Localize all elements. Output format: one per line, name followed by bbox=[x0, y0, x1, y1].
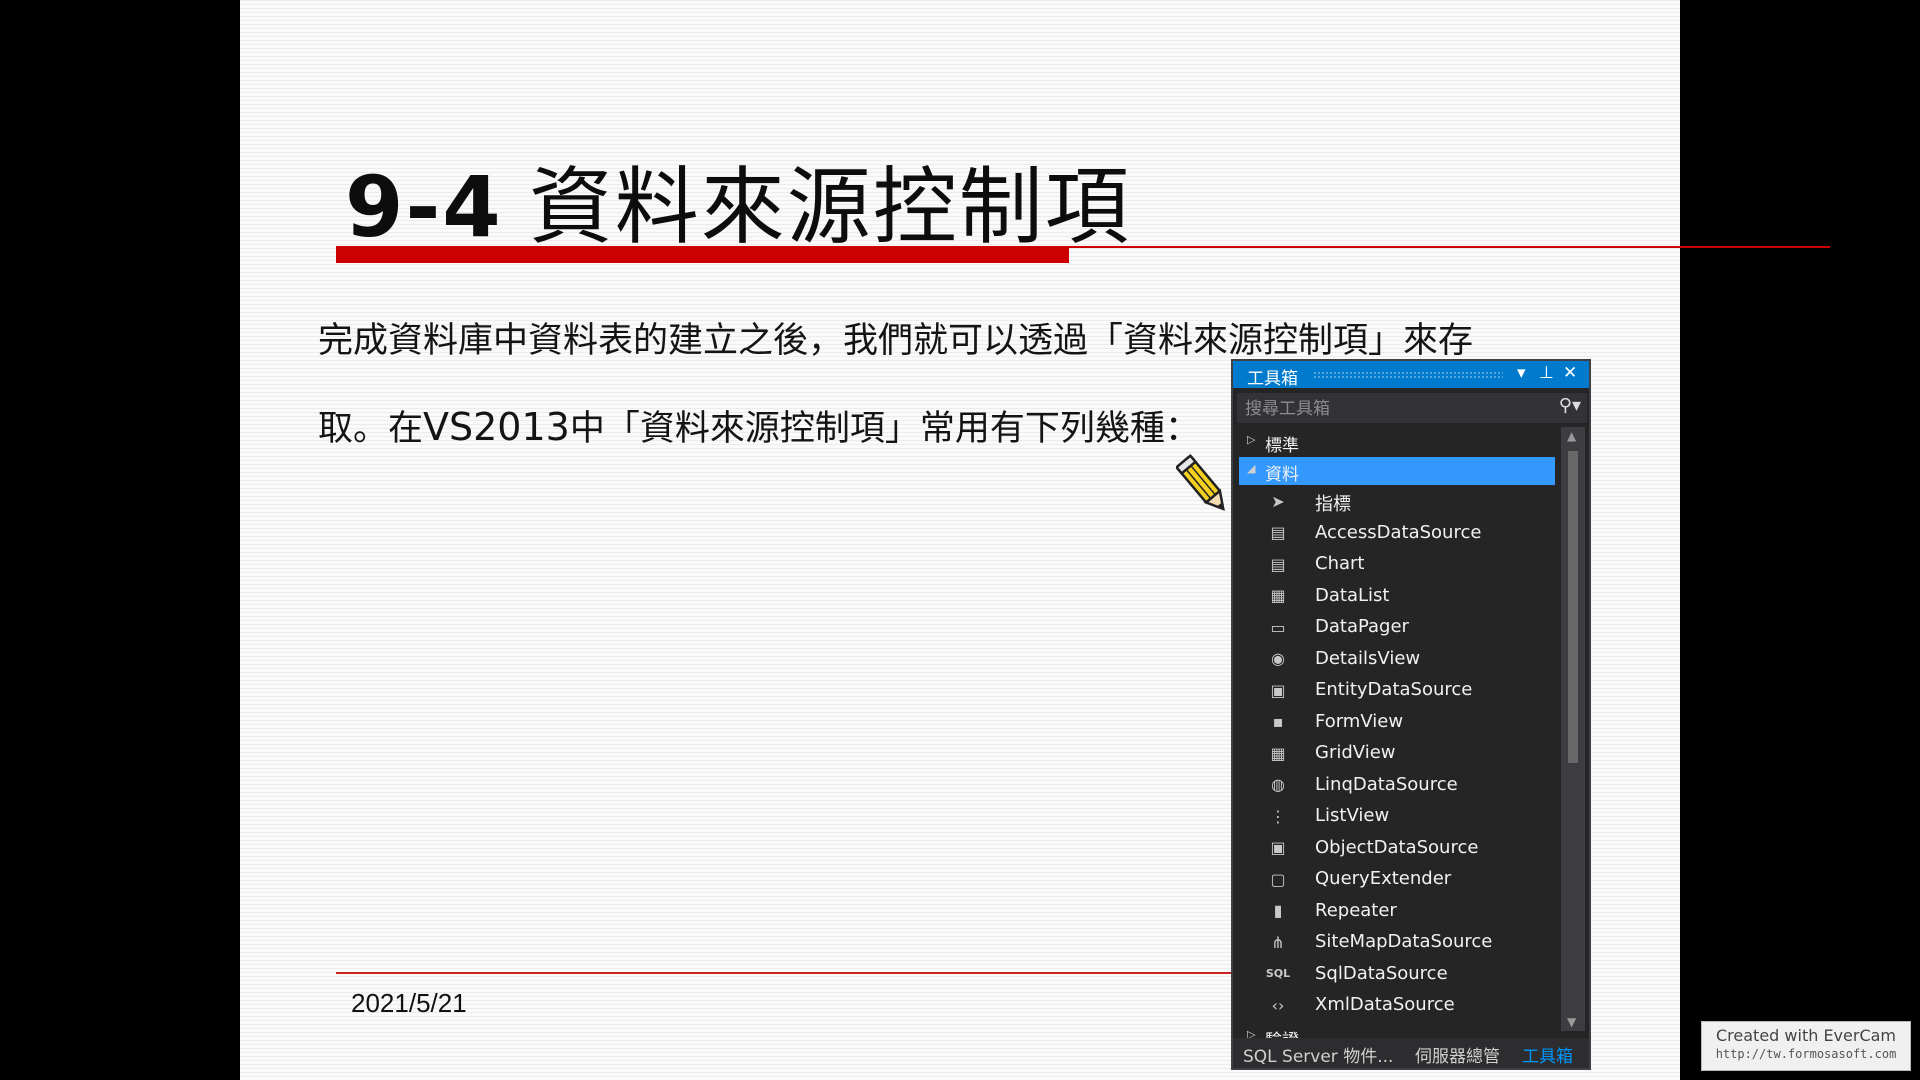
toolbox-item-entitydatasource[interactable]: ▣ EntityDataSource bbox=[1233, 674, 1553, 706]
body-line-2-part-b: VS2013 bbox=[423, 405, 570, 449]
item-label: EntityDataSource bbox=[1315, 679, 1473, 700]
body-line-2-part-c: 中「資料來源控制項」常用有下列幾種： bbox=[569, 409, 1200, 449]
sitemap-icon: ⋔ bbox=[1271, 932, 1285, 952]
watermark-line-1: Created with EverCam bbox=[1716, 1026, 1896, 1045]
toolbox-item-datapager[interactable]: ▭ DataPager bbox=[1233, 611, 1553, 643]
item-label: Repeater bbox=[1315, 899, 1397, 921]
toolbox-item-gridview[interactable]: ▦ GridView bbox=[1233, 737, 1553, 769]
toolbox-item-pointer[interactable]: ➤ 指標 bbox=[1233, 485, 1553, 517]
vertical-scrollbar[interactable]: ▲ ▼ bbox=[1561, 427, 1585, 1031]
item-label: DataPager bbox=[1315, 616, 1409, 637]
evercam-watermark: Created with EverCam http://tw.formosaso… bbox=[1701, 1021, 1911, 1071]
close-icon[interactable]: ✕ bbox=[1563, 363, 1577, 383]
formview-icon: ▪ bbox=[1272, 712, 1284, 731]
group-label: 標準 bbox=[1265, 436, 1299, 456]
watermark-line-2: http://tw.formosasoft.com bbox=[1715, 1047, 1897, 1061]
toolbox-item-accessdatasource[interactable]: ▤ AccessDataSource bbox=[1233, 517, 1553, 549]
listview-icon: ⋮ bbox=[1270, 806, 1286, 826]
item-label: FormView bbox=[1315, 710, 1404, 732]
toolbox-titlebar[interactable]: 工具箱 ▾ ⊥ ✕ bbox=[1233, 361, 1589, 389]
group-standard[interactable]: ▷ 標準 bbox=[1239, 428, 1555, 456]
toolbox-window[interactable]: 工具箱 ▾ ⊥ ✕ ⚲▾ ▷ 標準 ◢ 資料 ➤ 指標 ▤ AccessData… bbox=[1231, 359, 1591, 1070]
item-label: Chart bbox=[1315, 553, 1365, 574]
pointer-icon: ➤ bbox=[1271, 491, 1285, 511]
chart-icon: ▤ bbox=[1270, 554, 1286, 574]
title-text: 資料來源控制項 bbox=[528, 158, 1131, 256]
scroll-up-icon[interactable]: ▲ bbox=[1567, 429, 1576, 443]
toolbox-item-listview[interactable]: ⋮ ListView bbox=[1233, 800, 1553, 832]
title-underline-thin bbox=[1069, 246, 1830, 248]
tab-toolbox[interactable]: 工具箱 bbox=[1522, 1042, 1573, 1067]
item-label: QueryExtender bbox=[1315, 868, 1452, 889]
dropdown-menu-icon[interactable]: ▾ bbox=[1517, 363, 1526, 383]
titlebar-grip[interactable] bbox=[1313, 371, 1503, 378]
toolbox-item-repeater[interactable]: ▮ Repeater bbox=[1233, 895, 1553, 927]
toolbox-list: ▷ 標準 ◢ 資料 ➤ 指標 ▤ AccessDataSource ▤ Char… bbox=[1233, 427, 1563, 1044]
linq-icon: ◍ bbox=[1271, 775, 1285, 794]
collapse-arrow-icon[interactable]: ◢ bbox=[1247, 462, 1255, 475]
item-label: DataList bbox=[1315, 584, 1390, 606]
search-input[interactable] bbox=[1243, 396, 1537, 422]
entity-icon: ▣ bbox=[1270, 680, 1286, 700]
sql-icon: SQL bbox=[1265, 967, 1291, 980]
item-label: ObjectDataSource bbox=[1315, 836, 1479, 858]
toolbox-item-detailsview[interactable]: ◉ DetailsView bbox=[1233, 643, 1553, 675]
query-icon: ▢ bbox=[1270, 869, 1286, 889]
pin-icon[interactable]: ⊥ bbox=[1539, 363, 1554, 383]
toolbox-item-xmldatasource[interactable]: ‹› XmlDataSource bbox=[1233, 989, 1553, 1021]
toolbox-item-formview[interactable]: ▪ FormView bbox=[1233, 706, 1553, 738]
datapager-icon: ▭ bbox=[1270, 617, 1286, 637]
toolbox-item-queryextender[interactable]: ▢ QueryExtender bbox=[1233, 863, 1553, 895]
group-label: 資料 bbox=[1265, 465, 1299, 485]
tab-server-explorer[interactable]: 伺服器總管 bbox=[1415, 1042, 1500, 1067]
item-label: ListView bbox=[1315, 805, 1390, 826]
toolbox-title: 工具箱 bbox=[1247, 369, 1298, 389]
toolbox-item-objectdatasource[interactable]: ▣ ObjectDataSource bbox=[1233, 832, 1553, 864]
expand-arrow-icon[interactable]: ▷ bbox=[1247, 433, 1255, 446]
datasource-icon: ▤ bbox=[1270, 523, 1286, 542]
item-label: GridView bbox=[1315, 742, 1396, 763]
item-label: LinqDataSource bbox=[1315, 773, 1458, 795]
toolbox-tabs: SQL Server 物件... 伺服器總管 工具箱 bbox=[1233, 1038, 1589, 1068]
repeater-icon: ▮ bbox=[1273, 901, 1283, 920]
toolbox-item-sqldatasource[interactable]: SQL SqlDataSource bbox=[1233, 958, 1553, 990]
slide-date: 2021/5/21 bbox=[351, 988, 467, 1018]
item-label: DetailsView bbox=[1315, 647, 1421, 669]
item-label: 指標 bbox=[1315, 494, 1351, 515]
datalist-icon: ▦ bbox=[1270, 586, 1286, 605]
toolbox-item-datalist[interactable]: ▦ DataList bbox=[1233, 580, 1553, 612]
footer-line bbox=[336, 972, 1336, 974]
object-icon: ▣ bbox=[1270, 838, 1286, 857]
toolbox-item-sitemapdatasource[interactable]: ⋔ SiteMapDataSource bbox=[1233, 926, 1553, 958]
scroll-down-icon[interactable]: ▼ bbox=[1567, 1015, 1576, 1029]
item-label: SqlDataSource bbox=[1315, 962, 1448, 984]
body-line-2-part-a: 取。在 bbox=[318, 409, 424, 449]
title-number: 9-4 bbox=[345, 158, 503, 256]
search-icon[interactable]: ⚲▾ bbox=[1559, 395, 1581, 416]
title-underline-thick bbox=[336, 246, 1069, 263]
gridview-icon: ▦ bbox=[1270, 743, 1286, 763]
xml-icon: ‹› bbox=[1271, 995, 1285, 1015]
slide-title: 9-4 資料來源控制項 bbox=[345, 140, 1131, 261]
item-label: SiteMapDataSource bbox=[1315, 931, 1493, 952]
detailsview-icon: ◉ bbox=[1271, 649, 1285, 668]
item-label: AccessDataSource bbox=[1315, 521, 1482, 543]
pencil-cursor-icon bbox=[1176, 453, 1225, 511]
toolbox-search[interactable]: ⚲▾ bbox=[1237, 393, 1587, 423]
toolbox-item-linqdatasource[interactable]: ◍ LinqDataSource bbox=[1233, 769, 1553, 801]
toolbox-item-chart[interactable]: ▤ Chart bbox=[1233, 548, 1553, 580]
item-label: XmlDataSource bbox=[1315, 994, 1455, 1015]
group-data[interactable]: ◢ 資料 bbox=[1239, 457, 1555, 485]
tab-sql-server-objects[interactable]: SQL Server 物件... bbox=[1243, 1042, 1393, 1067]
scroll-thumb[interactable] bbox=[1568, 451, 1578, 763]
